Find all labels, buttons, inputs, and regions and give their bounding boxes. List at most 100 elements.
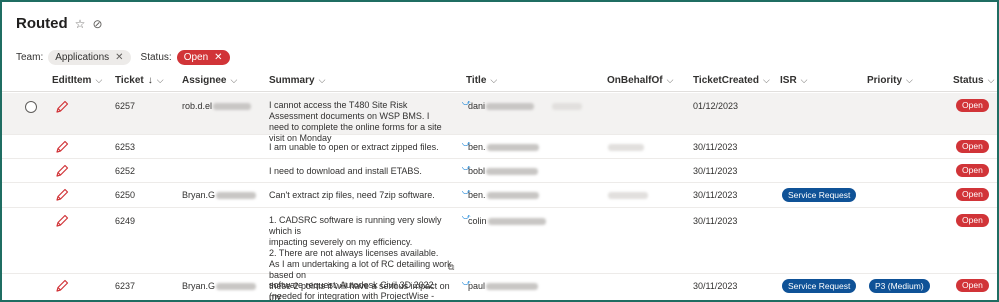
close-icon[interactable]: ✕: [115, 52, 123, 63]
filter-bar: Team: Applications ✕ Status: Open ✕: [16, 50, 230, 65]
redacted-text: [487, 218, 546, 226]
team-filter-label: Team:: [16, 52, 44, 63]
redacted-text: [216, 283, 257, 291]
table-row[interactable]: 6257 rob.d.el I cannot access the T480 S…: [2, 93, 997, 143]
summary-cell: I need to download and install ETABS.: [269, 166, 422, 176]
assignee-cell: rob.d.el: [182, 101, 252, 112]
row-select-radio[interactable]: [25, 101, 37, 113]
col-label: EditItem: [52, 75, 92, 86]
title-cell[interactable]: dani: [468, 101, 583, 112]
title-text: ben.: [468, 190, 486, 200]
table-row[interactable]: 6250 Bryan.G Can't extract zip files, ne…: [2, 183, 997, 208]
status-badge: Open: [956, 140, 989, 153]
title-text: colin: [468, 216, 487, 226]
star-outline-icon[interactable]: ☆: [75, 18, 86, 30]
ticket-number: 6257: [115, 101, 136, 111]
assignee-name: Bryan.G: [182, 190, 216, 200]
app-frame: Routed ☆ ⊘ Team: Applications ✕ Status: …: [0, 0, 999, 302]
assignee-cell: Bryan.G: [182, 190, 257, 201]
col-header-title[interactable]: Title ⌵: [466, 75, 497, 86]
view-title: Routed: [16, 15, 68, 32]
chevron-down-icon: ⌵: [156, 75, 164, 85]
created-date: 30/11/2023: [693, 216, 738, 226]
sort-down-icon: ↓: [147, 75, 153, 86]
redacted-text: [486, 103, 535, 111]
col-label: Title: [466, 75, 487, 86]
created-date: 01/12/2023: [693, 101, 739, 111]
col-label: Assignee: [182, 75, 227, 86]
redacted-text: [486, 144, 539, 152]
chevron-down-icon: ⌵: [762, 75, 770, 85]
status-badge: Open: [956, 164, 989, 177]
ticket-number: 6250: [115, 190, 136, 200]
table-header: EditItem ⌵ Ticket ↓ ⌵ Assignee ⌵ Summary ⌵ Ti…: [2, 70, 997, 92]
created-date: 30/11/2023: [693, 142, 738, 152]
col-label: OnBehalfOf: [607, 75, 663, 86]
title-cell[interactable]: ben.: [468, 190, 539, 201]
title-cell[interactable]: paul: [468, 281, 539, 292]
isr-badge: Service Request: [782, 188, 857, 202]
chevron-down-icon: ⌵: [800, 75, 808, 85]
status-badge: Open: [956, 188, 989, 201]
title-text: dani: [468, 101, 486, 111]
title-cell[interactable]: ben.: [468, 142, 539, 153]
edit-pencil-icon[interactable]: [54, 163, 70, 179]
col-header-priority[interactable]: Priority ⌵: [867, 75, 913, 86]
status-badge: Open: [956, 279, 989, 292]
summary-cell: I am unable to open or extract zipped fi…: [269, 142, 439, 152]
team-chip-label: Applications: [55, 52, 110, 63]
chevron-down-icon: ⌵: [987, 75, 995, 85]
title-cell[interactable]: colin: [468, 216, 546, 227]
col-label: Summary: [269, 75, 315, 86]
table-row[interactable]: 6249 1. CADSRC software is running very …: [2, 208, 997, 300]
col-header-ticket[interactable]: Ticket ↓ ⌵: [115, 75, 164, 86]
col-header-ticketcreated[interactable]: TicketCreated ⌵: [693, 75, 770, 86]
checkmark-circle-icon[interactable]: ⊘: [92, 18, 102, 30]
title-text: bobl: [468, 166, 486, 176]
col-label: TicketCreated: [693, 75, 759, 86]
redacted-text: [216, 192, 257, 200]
ticket-number: 6253: [115, 142, 136, 152]
redacted-text: [486, 168, 539, 176]
col-label: Status: [953, 75, 984, 86]
status-badge: Open: [956, 99, 989, 112]
edit-pencil-icon[interactable]: [54, 99, 70, 115]
chevron-down-icon: ⌵: [666, 75, 674, 85]
ticket-number: 6237: [115, 281, 136, 291]
assignee-cell: Bryan.G: [182, 281, 257, 292]
col-header-isr[interactable]: ISR ⌵: [780, 75, 808, 86]
redacted-text: [213, 103, 252, 111]
col-header-onbehalfof[interactable]: OnBehalfOf ⌵: [607, 75, 673, 86]
created-date: 30/11/2023: [693, 166, 738, 176]
edit-pencil-icon[interactable]: [54, 213, 70, 229]
ticket-number: 6249: [115, 216, 136, 226]
title-text: ben.: [468, 142, 486, 152]
edit-pencil-icon[interactable]: [54, 139, 70, 155]
col-header-edititem[interactable]: EditItem ⌵: [52, 75, 102, 86]
summary-cell: software request: Autodesk Civil 3D 2022…: [269, 280, 464, 301]
close-icon[interactable]: ✕: [214, 52, 222, 63]
col-header-summary[interactable]: Summary ⌵: [269, 75, 325, 86]
edit-pencil-icon[interactable]: [54, 187, 70, 203]
open-in-new-icon[interactable]: ⧉: [448, 262, 454, 273]
created-date: 30/11/2023: [693, 281, 738, 291]
chevron-down-icon: ⌵: [906, 75, 913, 85]
isr-badge: Service Request: [782, 279, 857, 293]
team-filter-chip[interactable]: Applications ✕: [48, 50, 131, 65]
title-cell[interactable]: bobl: [468, 166, 539, 177]
chevron-down-icon: ⌵: [318, 75, 326, 85]
col-header-assignee[interactable]: Assignee ⌵: [182, 75, 237, 86]
summary-cell: Can't extract zip files, need 7zip softw…: [269, 190, 435, 200]
chevron-down-icon: ⌵: [490, 75, 498, 85]
edit-pencil-icon[interactable]: [54, 278, 70, 294]
summary-line: impacting severely on my efficiency.: [269, 237, 413, 247]
status-filter-chip[interactable]: Open ✕: [176, 50, 230, 65]
summary-line: (needed for integration with ProjectWise…: [269, 291, 435, 301]
redacted-text: [552, 103, 583, 111]
table-row[interactable]: 6237 Bryan.G software request: Autodesk …: [2, 274, 997, 301]
table-row[interactable]: 6253 I am unable to open or extract zipp…: [2, 135, 997, 159]
table-row[interactable]: 6252 I need to download and install ETAB…: [2, 159, 997, 183]
priority-badge: P3 (Medium): [869, 279, 930, 293]
col-label: ISR: [780, 75, 797, 86]
col-header-status[interactable]: Status ⌵: [953, 75, 994, 86]
